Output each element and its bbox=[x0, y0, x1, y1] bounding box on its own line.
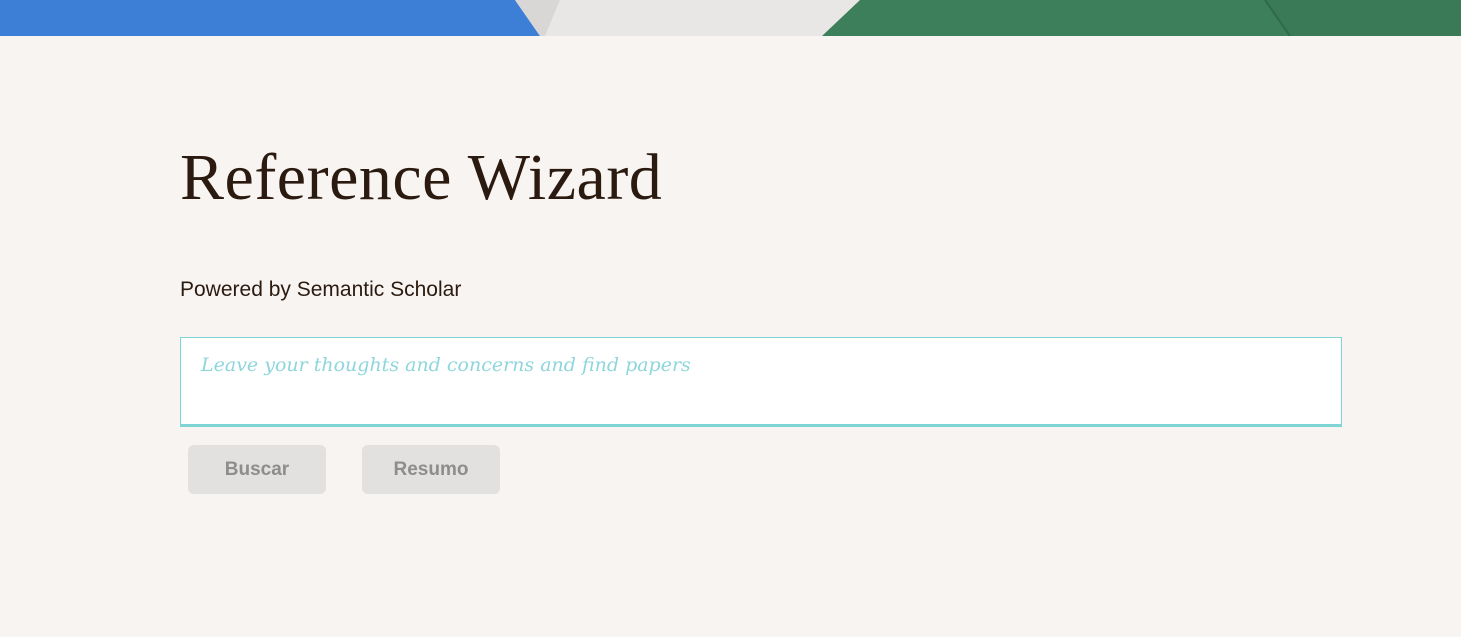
search-button[interactable]: Buscar bbox=[188, 445, 326, 494]
search-input[interactable] bbox=[181, 338, 1341, 424]
search-input-container bbox=[180, 337, 1342, 427]
hero-banner-image bbox=[0, 0, 1461, 36]
summary-button[interactable]: Resumo bbox=[362, 445, 500, 494]
powered-by-text: Powered by Semantic Scholar bbox=[180, 278, 462, 301]
page-title: Reference Wizard bbox=[180, 141, 663, 214]
